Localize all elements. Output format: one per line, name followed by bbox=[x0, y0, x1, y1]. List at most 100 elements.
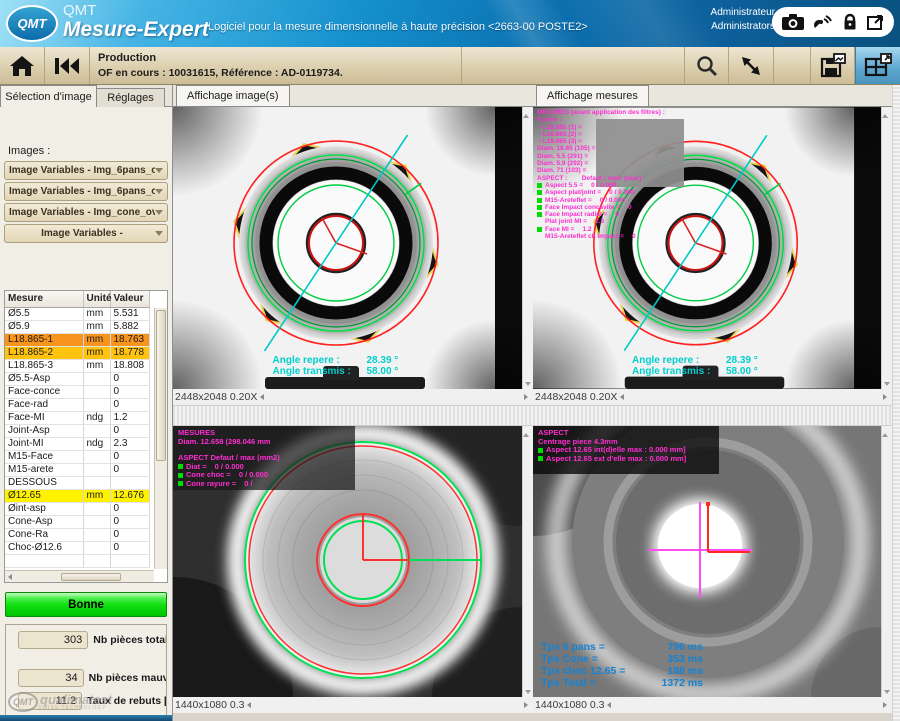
scroll-left-icon[interactable] bbox=[247, 702, 251, 708]
vertical-scrollbar[interactable] bbox=[522, 426, 533, 697]
scroll-left-icon[interactable] bbox=[8, 574, 12, 580]
scroll-down-icon[interactable] bbox=[523, 378, 533, 389]
table-row[interactable]: Ø5.9mm5.882 bbox=[5, 320, 149, 333]
save-image-button[interactable] bbox=[810, 47, 855, 84]
scroll-right-icon[interactable] bbox=[524, 394, 528, 400]
scroll-right-icon[interactable] bbox=[883, 702, 887, 708]
table-row-highlight-yellow[interactable]: Ø12.65mm12.676 bbox=[5, 489, 149, 502]
user-group: Administrators bbox=[711, 20, 775, 34]
size-zoom-text: 2448x2048 0.20X bbox=[535, 391, 617, 403]
image-viewport-top-right[interactable]: MESURES (avant application des filtres) … bbox=[533, 107, 892, 389]
table-row[interactable]: Joint-Asp0 bbox=[5, 424, 149, 437]
table-row[interactable]: Face-conce0 bbox=[5, 385, 149, 398]
status-square-icon bbox=[537, 212, 542, 217]
user-role: Administrateur bbox=[711, 6, 775, 20]
panel-header-mesures: Affichage mesures bbox=[533, 85, 892, 107]
angle-transmis-label: Angle transmis : bbox=[273, 366, 367, 377]
vertical-scrollbar[interactable] bbox=[881, 426, 892, 697]
lock-icon[interactable] bbox=[841, 13, 859, 31]
stat-total-value: 303 bbox=[18, 631, 88, 649]
status-icon-pill bbox=[772, 7, 894, 37]
broadcast-icon[interactable] bbox=[812, 13, 834, 31]
image-viewport-bottom-left[interactable]: MESURES Diam. 12.658 (298.046 mm ASPECT … bbox=[173, 426, 533, 697]
table-row[interactable]: DESSOUS bbox=[5, 476, 149, 489]
measures-overlay-head: MESURES (avant application des filtres) … bbox=[537, 109, 665, 182]
scroll-left-icon[interactable] bbox=[260, 394, 264, 400]
image-dropdown-2[interactable]: Image Variables - Img_6pans_overlay bbox=[4, 182, 168, 201]
table-row[interactable]: Ø5.5mm5.531 bbox=[5, 307, 149, 320]
image-viewport-top-left[interactable]: Angle repere :28.39 ° Angle transmis :58… bbox=[173, 107, 533, 389]
col-mesure[interactable]: Mesure bbox=[5, 291, 83, 307]
status-square-icon bbox=[178, 473, 183, 478]
camera-icon[interactable] bbox=[781, 13, 805, 31]
table-row[interactable]: M15-Face0 bbox=[5, 450, 149, 463]
table-row[interactable]: Joint-MIndg2.3 bbox=[5, 437, 149, 450]
scroll-left-icon[interactable] bbox=[607, 702, 611, 708]
scroll-down-icon[interactable] bbox=[523, 686, 533, 697]
tab-selection-image[interactable]: Sélection d'image bbox=[0, 85, 97, 107]
app-title: QMT Mesure-Expert bbox=[63, 2, 209, 41]
scrollbar-thumb[interactable] bbox=[156, 310, 166, 461]
timing-readout: Tps 6 pans =796 ms Tps Cone =353 ms Tps … bbox=[541, 641, 703, 689]
home-button[interactable] bbox=[0, 47, 45, 84]
toolbar: Production OF en cours : 10031615, Référ… bbox=[0, 47, 900, 85]
table-row[interactable]: Cone-Asp0 bbox=[5, 515, 149, 528]
user-info: Administrateur Administrators bbox=[711, 6, 775, 34]
vertical-scrollbar[interactable] bbox=[522, 107, 533, 389]
table-row[interactable]: Øint-asp0 bbox=[5, 502, 149, 515]
table-row-highlight-amber[interactable]: L18.865-2mm18.778 bbox=[5, 346, 149, 359]
chevron-down-icon bbox=[155, 189, 163, 194]
search-button[interactable] bbox=[684, 47, 729, 84]
tab-affichage-images[interactable]: Affichage image(s) bbox=[176, 85, 290, 106]
stat-scrap-rate-value: 11.2 bbox=[18, 692, 82, 710]
image-dropdown-4[interactable]: Image Variables - bbox=[4, 224, 168, 243]
scroll-right-icon[interactable] bbox=[883, 394, 887, 400]
image-dropdown-4-value: Image Variables - bbox=[9, 228, 155, 239]
angle-repere-label: Angle repere : bbox=[273, 355, 367, 366]
scroll-down-icon[interactable] bbox=[882, 686, 892, 697]
tab-reglages[interactable]: Réglages bbox=[97, 88, 165, 107]
table-row[interactable]: Face-rad0 bbox=[5, 398, 149, 411]
vertical-scrollbar[interactable] bbox=[881, 107, 892, 389]
table-horizontal-scrollbar[interactable] bbox=[5, 570, 154, 582]
skip-back-button[interactable] bbox=[45, 47, 90, 84]
scroll-up-icon[interactable] bbox=[882, 426, 892, 437]
scroll-up-icon[interactable] bbox=[523, 107, 533, 118]
scroll-up-icon[interactable] bbox=[523, 426, 533, 437]
table-row-highlight-orange[interactable]: L18.865-1mm18.763 bbox=[5, 333, 149, 346]
table-vertical-scrollbar[interactable] bbox=[154, 308, 167, 569]
image-panels: Affichage image(s) bbox=[173, 85, 900, 721]
image-size-label: 1440x1080 0.3 bbox=[533, 697, 892, 713]
angle-transmis-value: 58.00 ° bbox=[726, 366, 782, 377]
measurement-table: Mesure Unité Valeur Ø5.5mm5.531 Ø5.9mm5.… bbox=[4, 290, 168, 583]
col-valeur[interactable]: Valeur bbox=[110, 291, 149, 307]
expand-button[interactable] bbox=[729, 47, 774, 84]
status-square-icon bbox=[178, 481, 183, 486]
scroll-right-icon[interactable] bbox=[524, 702, 528, 708]
table-row[interactable]: L18.865-3mm18.808 bbox=[5, 359, 149, 372]
header-banner: QMT QMT Mesure-Expert Logiciel pour la m… bbox=[0, 0, 900, 47]
app-subtitle: Logiciel pour la mesure dimensionnelle à… bbox=[208, 21, 588, 33]
scroll-left-icon[interactable] bbox=[620, 394, 624, 400]
image-dropdown-1-value: Image Variables - Img_6pans_origine bbox=[9, 165, 155, 176]
table-row[interactable]: M15-arete0 bbox=[5, 463, 149, 476]
panel-image-display: Affichage image(s) bbox=[173, 85, 533, 405]
image-viewport-bottom-right[interactable]: ASPECT Centrage piece 4.3mm Aspect 12.65… bbox=[533, 426, 892, 697]
table-row[interactable]: Ø5.5-Asp0 bbox=[5, 372, 149, 385]
scrollbar-thumb[interactable] bbox=[61, 573, 121, 581]
scroll-up-icon[interactable] bbox=[882, 107, 892, 118]
panel-measure-display: Affichage mesures bbox=[533, 85, 892, 405]
status-square-icon bbox=[178, 464, 183, 469]
table-row[interactable]: Choc-Ø12.60 bbox=[5, 541, 149, 554]
col-unite[interactable]: Unité bbox=[83, 291, 110, 307]
export-window-icon[interactable] bbox=[866, 13, 885, 31]
horizontal-splitter[interactable] bbox=[173, 405, 892, 426]
context-order-info: OF en cours : 10031615, Référence : AD-0… bbox=[98, 67, 461, 79]
image-dropdown-3[interactable]: Image Variables - Img_cone_overlay bbox=[4, 203, 168, 222]
image-dropdown-1[interactable]: Image Variables - Img_6pans_origine bbox=[4, 161, 168, 180]
table-row[interactable]: Cone-Ra0 bbox=[5, 528, 149, 541]
tab-affichage-mesures[interactable]: Affichage mesures bbox=[536, 85, 649, 106]
scroll-down-icon[interactable] bbox=[882, 378, 892, 389]
table-row[interactable]: Face-MIndg1.2 bbox=[5, 411, 149, 424]
layout-grid-button[interactable] bbox=[855, 47, 900, 84]
